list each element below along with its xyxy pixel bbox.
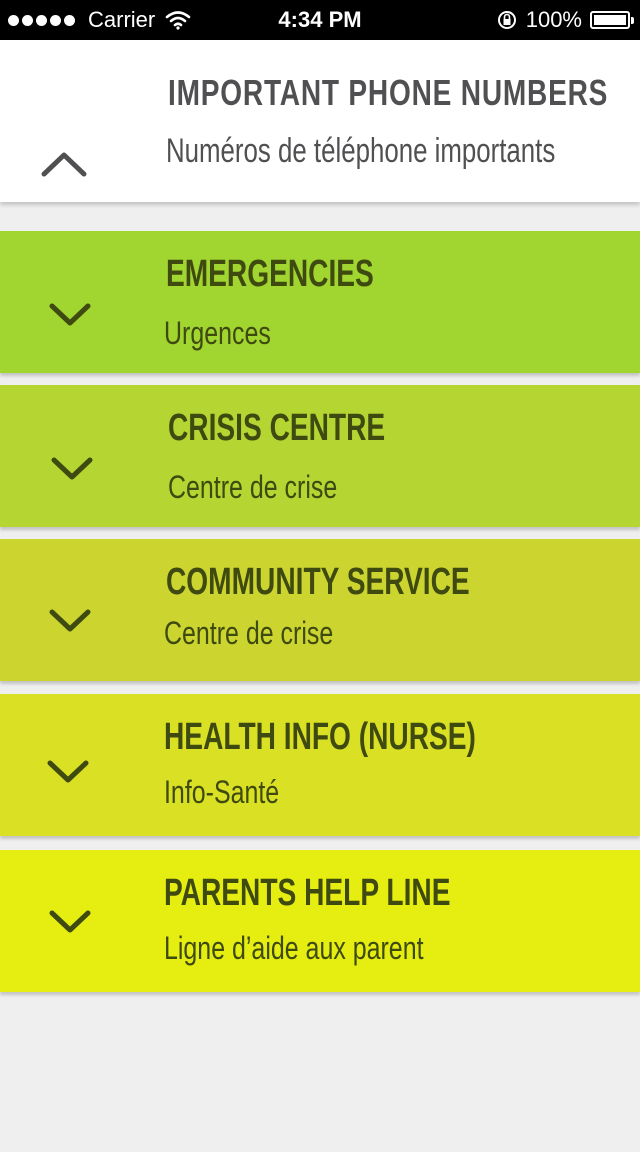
chevron-down-icon[interactable] [48,607,92,635]
section-subtitle: Centre de crise [164,615,334,651]
section-subtitle: Ligne d’aide aux parent [164,930,424,966]
rotation-lock-icon [497,11,516,29]
section-community-service[interactable]: COMMUNITY SERVICE Centre de crise [0,539,640,681]
section-title: COMMUNITY SERVICE [166,561,470,603]
chevron-up-icon[interactable] [40,150,88,180]
section-subtitle: Urgences [164,315,271,351]
section-health-info[interactable]: HEALTH INFO (NURSE) Info-Santé [0,694,640,836]
section-subtitle: Info-Santé [164,774,280,810]
section-crisis-centre[interactable]: CRISIS CENTRE Centre de crise [0,385,640,527]
chevron-down-icon[interactable] [48,908,92,936]
chevron-down-icon[interactable] [46,758,90,786]
phone-numbers-header[interactable]: IMPORTANT PHONE NUMBERS Numéros de télép… [0,40,640,202]
section-subtitle: Centre de crise [168,469,338,505]
section-title: PARENTS HELP LINE [164,872,451,914]
section-parents-help-line[interactable]: PARENTS HELP LINE Ligne d’aide aux paren… [0,850,640,992]
status-right: 100% [496,0,634,40]
section-emergencies[interactable]: EMERGENCIES Urgences [0,231,640,373]
chevron-down-icon[interactable] [50,455,94,483]
status-bar: Carrier 4:34 PM 100% [0,0,640,40]
page-subtitle: Numéros de téléphone importants [166,132,556,170]
battery-percent: 100% [525,7,582,32]
section-title: HEALTH INFO (NURSE) [164,716,476,758]
chevron-down-icon[interactable] [48,301,92,329]
page-title: IMPORTANT PHONE NUMBERS [168,72,609,113]
section-title: EMERGENCIES [166,253,374,295]
section-title: CRISIS CENTRE [168,407,386,449]
battery-icon [590,11,634,29]
